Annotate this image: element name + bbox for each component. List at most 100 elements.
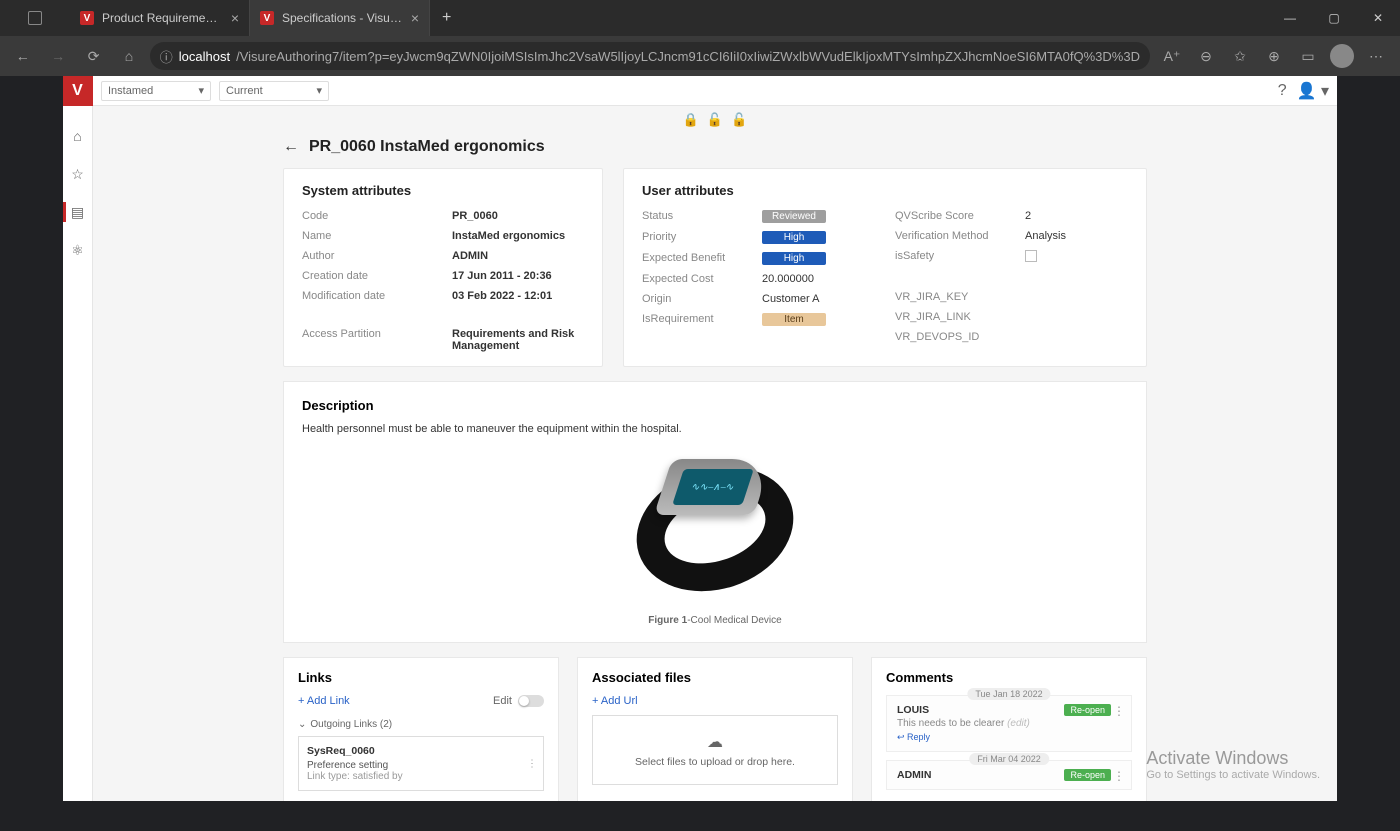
attr-label: isSafety bbox=[895, 250, 1025, 265]
file-dropzone[interactable]: ☁︎ Select files to upload or drop here. bbox=[592, 715, 838, 785]
app-logo[interactable]: V bbox=[63, 76, 93, 106]
attr-label: Status bbox=[642, 210, 762, 223]
comment-item: Tue Jan 18 2022 LOUIS This needs to be c… bbox=[886, 695, 1132, 752]
chevron-down-icon: ▾ bbox=[198, 84, 204, 97]
attr-label: Priority bbox=[642, 231, 762, 244]
attr-label: Expected Cost bbox=[642, 273, 762, 285]
attr-label: Creation date bbox=[302, 270, 452, 282]
project-name: Instamed bbox=[108, 85, 153, 97]
comment-date: Fri Mar 04 2022 bbox=[969, 753, 1049, 765]
description-card: Description Health personnel must be abl… bbox=[283, 381, 1147, 643]
card-heading: Comments bbox=[886, 670, 1132, 685]
reopen-button[interactable]: Re-open bbox=[1064, 704, 1111, 716]
minimize-button[interactable]: — bbox=[1268, 0, 1312, 36]
unlock-all-icon[interactable]: 🔓 bbox=[731, 112, 747, 128]
attr-label: IsRequirement bbox=[642, 313, 762, 326]
lock-toolbar: 🔒 🔓 🔓 bbox=[93, 106, 1337, 128]
attr-label: VR_JIRA_KEY bbox=[895, 291, 1025, 303]
visure-favicon: V bbox=[80, 11, 94, 25]
close-icon[interactable]: × bbox=[411, 10, 419, 26]
browser-titlebar: V Product Requirements (27) - Vis... × V… bbox=[0, 0, 1400, 36]
page-title: PR_0060 InstaMed ergonomics bbox=[309, 138, 545, 156]
attr-label: Access Partition bbox=[302, 328, 452, 352]
description-text: Health personnel must be able to maneuve… bbox=[302, 423, 1128, 435]
unlock-icon[interactable]: 🔓 bbox=[707, 112, 723, 128]
edit-toggle[interactable] bbox=[518, 695, 544, 707]
home-icon[interactable]: ⌂ bbox=[63, 124, 93, 148]
attr-label: VR_JIRA_LINK bbox=[895, 311, 1025, 323]
outgoing-links-header[interactable]: ⌄ Outgoing Links (2) bbox=[298, 719, 544, 730]
priority-badge: High bbox=[762, 231, 875, 244]
attr-value-code: PR_0060 bbox=[452, 210, 584, 222]
link-item-title: SysReq_0060 bbox=[307, 745, 535, 757]
device-image: ∿∿⎯∧⎯∿ bbox=[625, 449, 805, 609]
document-icon[interactable]: ▤ bbox=[63, 200, 93, 224]
add-url-button[interactable]: + Add Url bbox=[592, 695, 838, 707]
attr-value-name: InstaMed ergonomics bbox=[452, 230, 584, 242]
project-selector[interactable]: Instamed ▾ bbox=[101, 81, 211, 101]
comment-text: This needs to be clearer (edit) bbox=[897, 718, 1121, 729]
read-aloud-icon[interactable]: A⁺ bbox=[1156, 40, 1188, 72]
trace-icon[interactable]: ⚛ bbox=[63, 238, 93, 262]
new-tab-button[interactable]: + bbox=[430, 9, 463, 27]
edit-label: Edit bbox=[493, 695, 512, 707]
collections-icon[interactable]: ▭ bbox=[1292, 40, 1324, 72]
files-card: Associated files + Add Url ☁︎ Select fil… bbox=[577, 657, 853, 801]
attr-value-creation: 17 Jun 2011 - 20:36 bbox=[452, 270, 584, 282]
add-favorite-icon[interactable]: ⊕ bbox=[1258, 40, 1290, 72]
comment-menu-icon[interactable]: ⋮ bbox=[1113, 769, 1125, 783]
tab-title: Product Requirements (27) - Vis... bbox=[102, 11, 223, 25]
benefit-badge: High bbox=[762, 252, 875, 265]
attr-value-partition: Requirements and Risk Management bbox=[452, 328, 584, 352]
browser-tab-1[interactable]: V Specifications - Visure Web × bbox=[250, 0, 430, 36]
zoom-icon[interactable]: ⊖ bbox=[1190, 40, 1222, 72]
link-item[interactable]: SysReq_0060 Preference setting Link type… bbox=[298, 736, 544, 791]
info-icon[interactable]: ⓘ bbox=[160, 47, 173, 66]
home-button[interactable]: ⌂ bbox=[114, 40, 143, 72]
figure-caption: Figure 1-Cool Medical Device bbox=[302, 615, 1128, 626]
close-window-button[interactable]: ✕ bbox=[1356, 0, 1400, 36]
attr-value-verif: Analysis bbox=[1025, 230, 1128, 242]
star-icon[interactable]: ☆ bbox=[63, 162, 93, 186]
app-sidebar: V ⌂ ☆ ▤ ⚛ bbox=[63, 76, 93, 801]
visure-favicon: V bbox=[260, 11, 274, 25]
url-host: localhost bbox=[179, 49, 230, 64]
profile-avatar[interactable] bbox=[1326, 40, 1358, 72]
tab-overview-icon[interactable] bbox=[28, 11, 42, 25]
attr-value-qv: 2 bbox=[1025, 210, 1128, 222]
back-arrow[interactable]: ← bbox=[283, 138, 299, 156]
chevron-down-icon: ⌄ bbox=[298, 719, 306, 730]
card-heading: User attributes bbox=[642, 183, 1128, 198]
safety-checkbox[interactable] bbox=[1025, 250, 1128, 265]
cloud-upload-icon: ☁︎ bbox=[707, 732, 723, 752]
favorites-icon[interactable]: ✩ bbox=[1224, 40, 1256, 72]
comment-item: Fri Mar 04 2022 ADMIN Re-open ⋮ bbox=[886, 760, 1132, 790]
reply-button[interactable]: ↩ Reply bbox=[897, 732, 930, 743]
link-item-sub: Link type: satisfied by bbox=[307, 771, 535, 782]
comment-menu-icon[interactable]: ⋮ bbox=[1113, 704, 1125, 718]
browser-tab-0[interactable]: V Product Requirements (27) - Vis... × bbox=[70, 0, 250, 36]
link-item-menu-icon[interactable]: ⋮ bbox=[527, 758, 537, 769]
maximize-button[interactable]: ▢ bbox=[1312, 0, 1356, 36]
url-path: /VisureAuthoring7/item?p=eyJwcm9qZWN0Ijo… bbox=[236, 49, 1140, 64]
more-icon[interactable]: ⋯ bbox=[1360, 40, 1392, 72]
url-bar[interactable]: ⓘ localhost/VisureAuthoring7/item?p=eyJw… bbox=[150, 42, 1150, 70]
attr-label: Name bbox=[302, 230, 452, 242]
attr-label: Expected Benefit bbox=[642, 252, 762, 265]
attr-label: Code bbox=[302, 210, 452, 222]
close-icon[interactable]: × bbox=[231, 10, 239, 26]
refresh-button[interactable]: ⟳ bbox=[79, 40, 108, 72]
system-attributes-card: System attributes Code PR_0060 Name Inst… bbox=[283, 168, 603, 367]
help-icon[interactable]: ? bbox=[1278, 82, 1287, 100]
forward-button[interactable]: → bbox=[43, 40, 72, 72]
links-card: Links + Add Link Edit ⌄ Outgoing Links (… bbox=[283, 657, 559, 801]
attr-label: QVScribe Score bbox=[895, 210, 1025, 222]
add-link-button[interactable]: + Add Link bbox=[298, 695, 350, 707]
comments-card: Comments Tue Jan 18 2022 LOUIS This need… bbox=[871, 657, 1147, 801]
back-button[interactable]: ← bbox=[8, 40, 37, 72]
baseline-selector[interactable]: Current ▾ bbox=[219, 81, 329, 101]
comment-date: Tue Jan 18 2022 bbox=[967, 688, 1050, 700]
lock-icon[interactable]: 🔒 bbox=[683, 112, 699, 128]
reopen-button[interactable]: Re-open bbox=[1064, 769, 1111, 781]
user-menu-icon[interactable]: 👤 ▾ bbox=[1297, 81, 1329, 101]
